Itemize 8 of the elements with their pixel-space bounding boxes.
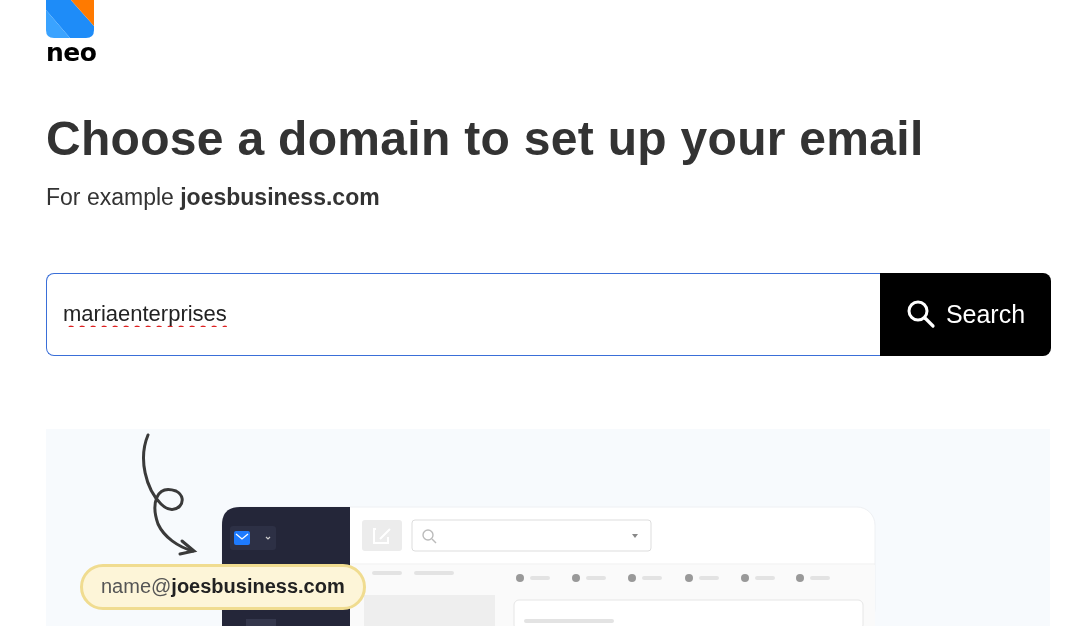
search-icon — [905, 299, 936, 330]
domain-search-field[interactable]: mariaenterprises — [46, 272, 880, 356]
logo-text: neo — [46, 40, 97, 65]
example-text: For example joesbusiness.com — [46, 183, 381, 211]
page-heading: Choose a domain to set up your email — [46, 113, 925, 166]
email-example-pill: name@joesbusiness.com — [80, 563, 366, 610]
logo-icon — [46, 0, 94, 38]
search-button[interactable]: Search — [880, 272, 1051, 356]
